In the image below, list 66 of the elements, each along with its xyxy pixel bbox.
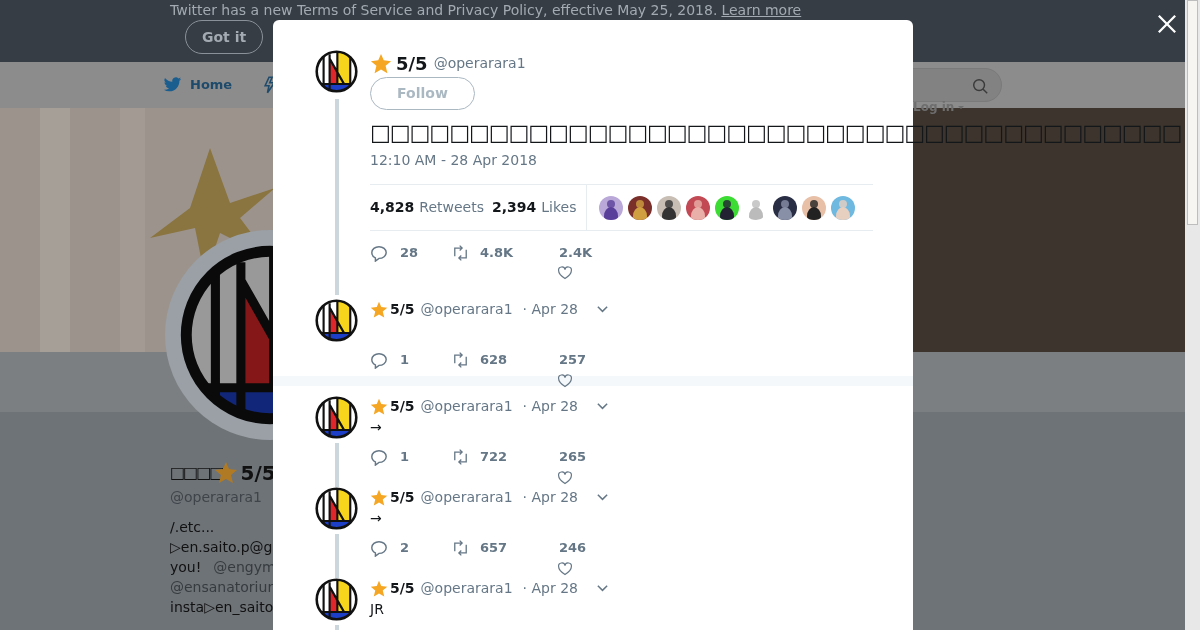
like-count: 246 bbox=[559, 539, 587, 558]
avatar-icon[interactable] bbox=[315, 578, 358, 621]
handle-text[interactable]: @operarara1 bbox=[420, 396, 513, 417]
star-icon bbox=[370, 488, 388, 507]
retweet-icon[interactable] bbox=[451, 351, 470, 369]
display-name[interactable]: 5/5 bbox=[396, 50, 428, 77]
retweet-count: 722 bbox=[480, 448, 508, 467]
tweet-timestamp: 12:10 AM - 28 Apr 2018 bbox=[370, 151, 538, 170]
display-name[interactable]: 5/5 bbox=[390, 299, 415, 320]
reply-count: 28 bbox=[400, 244, 419, 263]
tweet-date[interactable]: · Apr 28 bbox=[522, 578, 578, 599]
learn-more-link[interactable]: Learn more bbox=[721, 0, 802, 21]
retweet-icon[interactable] bbox=[451, 244, 470, 262]
handle-text[interactable]: @operarara1 bbox=[433, 53, 526, 74]
star-icon bbox=[370, 397, 388, 416]
tweet-date[interactable]: · Apr 28 bbox=[522, 396, 578, 417]
likes-stat[interactable]: 2,394 Likes bbox=[491, 197, 577, 218]
avatar-icon[interactable] bbox=[315, 50, 358, 93]
bio-text: ▷en.saito.p@g bbox=[170, 538, 273, 557]
lightning-icon[interactable] bbox=[262, 75, 276, 95]
heart-icon[interactable] bbox=[557, 265, 573, 281]
like-count: 2.4K bbox=[559, 244, 593, 263]
like-count: 265 bbox=[559, 448, 587, 467]
handle-text[interactable]: @operarara1 bbox=[420, 578, 513, 599]
display-name[interactable]: 5/5 bbox=[390, 396, 415, 417]
tweet-date[interactable]: · Apr 28 bbox=[522, 487, 578, 508]
star-icon bbox=[370, 579, 388, 598]
star-icon bbox=[370, 300, 388, 319]
reply-text: JR bbox=[370, 600, 385, 619]
retweet-count: 657 bbox=[480, 539, 508, 558]
retweet-icon[interactable] bbox=[451, 448, 470, 466]
reply-count: 2 bbox=[400, 539, 410, 558]
reply-icon[interactable] bbox=[370, 539, 388, 557]
retweet-count: 4.8K bbox=[480, 244, 514, 263]
avatar-icon[interactable] bbox=[315, 299, 358, 342]
tweet-date[interactable]: · Apr 28 bbox=[522, 299, 578, 320]
reply-icon[interactable] bbox=[370, 448, 388, 466]
search-icon[interactable] bbox=[971, 77, 989, 95]
avatar-icon[interactable] bbox=[315, 396, 358, 439]
display-name[interactable]: 5/5 bbox=[390, 578, 415, 599]
display-name[interactable]: 5/5 bbox=[390, 487, 415, 508]
profile-name: 5/5 bbox=[240, 460, 276, 487]
handle-text[interactable]: @operarara1 bbox=[420, 487, 513, 508]
retweet-icon[interactable] bbox=[451, 539, 470, 557]
home-link[interactable]: Home bbox=[163, 75, 233, 95]
heart-icon[interactable] bbox=[557, 470, 573, 486]
reply-count: 1 bbox=[400, 448, 410, 467]
avatar-icon[interactable] bbox=[315, 487, 358, 530]
handle-text[interactable]: @operarara1 bbox=[420, 299, 513, 320]
close-icon[interactable] bbox=[1157, 14, 1177, 34]
heart-icon[interactable] bbox=[557, 561, 573, 577]
bio-text: /.etc... bbox=[170, 518, 215, 537]
reply-icon[interactable] bbox=[370, 244, 388, 262]
reply-text: → bbox=[370, 418, 383, 437]
bio-text: you! bbox=[170, 558, 202, 577]
notice-text: Twitter has a new Terms of Service and Privacy Policy, effective May 25, 2018. bbox=[170, 1, 718, 20]
scrollbar-thumb[interactable] bbox=[1187, 0, 1198, 225]
heart-icon[interactable] bbox=[557, 373, 573, 389]
bio-text: insta▷en_saito bbox=[170, 598, 274, 617]
reply-icon[interactable] bbox=[370, 351, 388, 369]
like-count: 257 bbox=[559, 351, 587, 370]
star-icon bbox=[370, 52, 392, 75]
reply-text: → bbox=[370, 509, 383, 528]
retweets-stat[interactable]: 4,828 Retweets bbox=[370, 197, 484, 218]
retweet-count: 628 bbox=[480, 351, 508, 370]
reply-count: 1 bbox=[400, 351, 410, 370]
